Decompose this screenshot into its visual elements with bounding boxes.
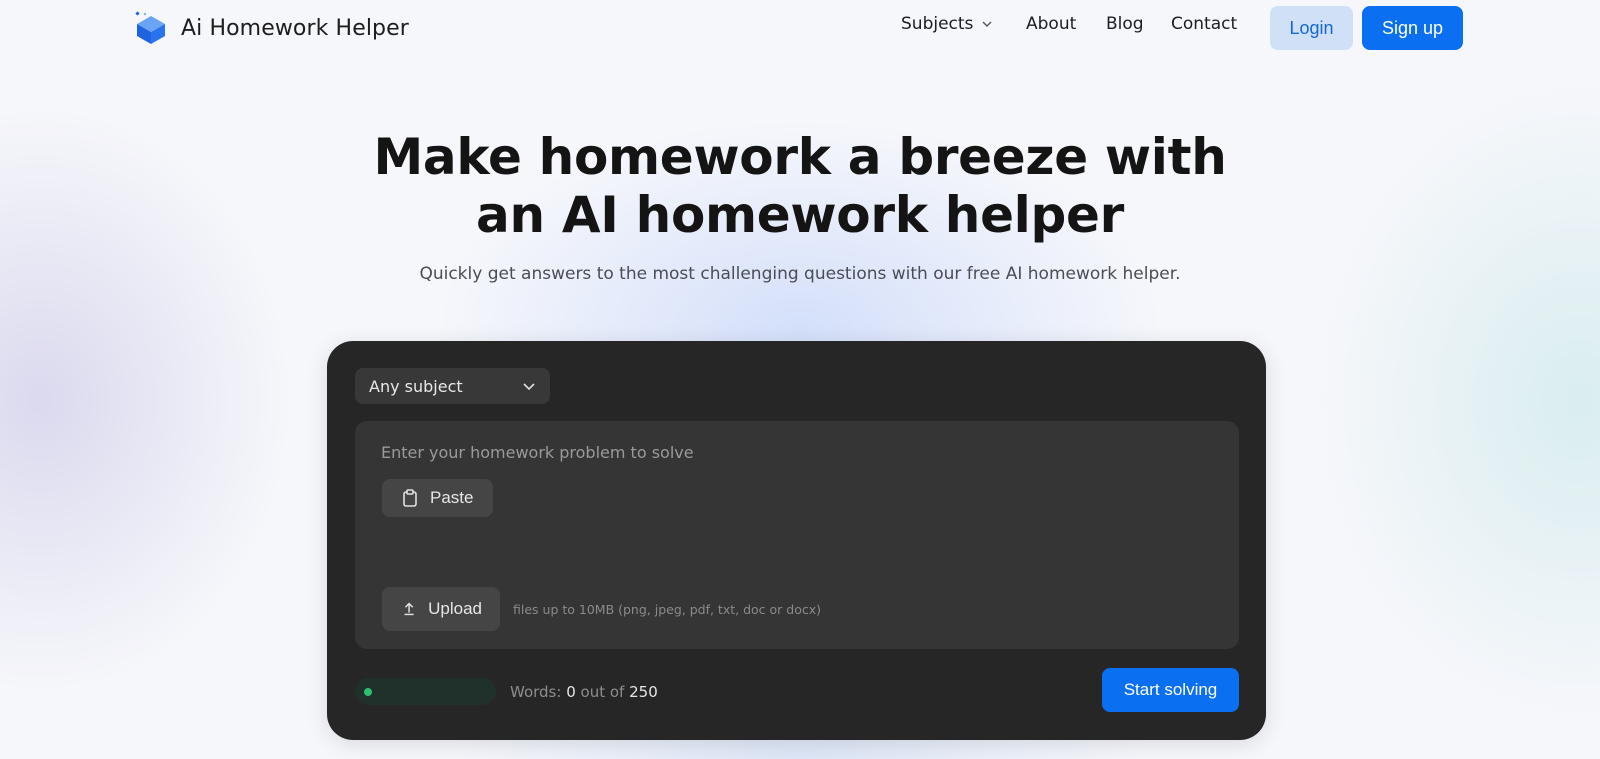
hero-title-line-1: Make homework a breeze with bbox=[373, 128, 1227, 186]
brand-name: Ai Homework Helper bbox=[181, 15, 409, 41]
nav-subjects-label: Subjects bbox=[901, 14, 974, 34]
word-progress-bar bbox=[355, 678, 496, 705]
word-count-current: 0 bbox=[566, 683, 576, 701]
subject-select-value: Any subject bbox=[369, 376, 463, 396]
word-count-max: 250 bbox=[629, 683, 658, 701]
hero-title: Make homework a breeze with an AI homewo… bbox=[300, 128, 1300, 244]
login-button[interactable]: Login bbox=[1270, 6, 1353, 50]
solver-panel: Any subject Enter your homework problem … bbox=[327, 341, 1266, 740]
upload-arrow-icon bbox=[404, 602, 414, 616]
chevron-down-icon bbox=[982, 21, 992, 27]
start-solving-button[interactable]: Start solving bbox=[1102, 668, 1239, 712]
signup-button[interactable]: Sign up bbox=[1362, 6, 1463, 50]
hero-subtitle: Quickly get answers to the most challeng… bbox=[419, 264, 1181, 284]
paste-button[interactable]: Paste bbox=[382, 479, 493, 517]
nav-about-link[interactable]: About bbox=[1026, 14, 1076, 34]
nav-subjects-dropdown[interactable]: Subjects bbox=[901, 14, 993, 34]
brand-link[interactable]: Ai Homework Helper bbox=[133, 10, 409, 46]
nav-contact-link[interactable]: Contact bbox=[1171, 14, 1237, 34]
word-count-middle: out of bbox=[580, 683, 625, 701]
book-sparkle-icon bbox=[135, 11, 165, 44]
chevron-down-icon bbox=[523, 383, 535, 391]
upload-hint: files up to 10MB (png, jpeg, pdf, txt, d… bbox=[513, 602, 821, 617]
problem-input-area[interactable]: Enter your homework problem to solve Pas… bbox=[355, 421, 1239, 649]
paste-button-label: Paste bbox=[430, 488, 474, 507]
word-count: Words: 0 out of 250 bbox=[510, 683, 658, 701]
top-nav: Ai Homework Helper Subjects About Blog C… bbox=[0, 0, 1600, 56]
nav-blog-link[interactable]: Blog bbox=[1106, 14, 1144, 34]
hero-title-line-2: an AI homework helper bbox=[476, 186, 1124, 244]
problem-input-placeholder[interactable]: Enter your homework problem to solve bbox=[381, 443, 694, 462]
word-progress-indicator bbox=[364, 688, 372, 696]
upload-button[interactable]: Upload bbox=[382, 587, 500, 631]
clipboard-icon bbox=[403, 489, 417, 507]
subject-select[interactable]: Any subject bbox=[355, 368, 550, 404]
upload-button-label: Upload bbox=[428, 599, 482, 618]
word-count-prefix: Words: bbox=[510, 683, 562, 701]
